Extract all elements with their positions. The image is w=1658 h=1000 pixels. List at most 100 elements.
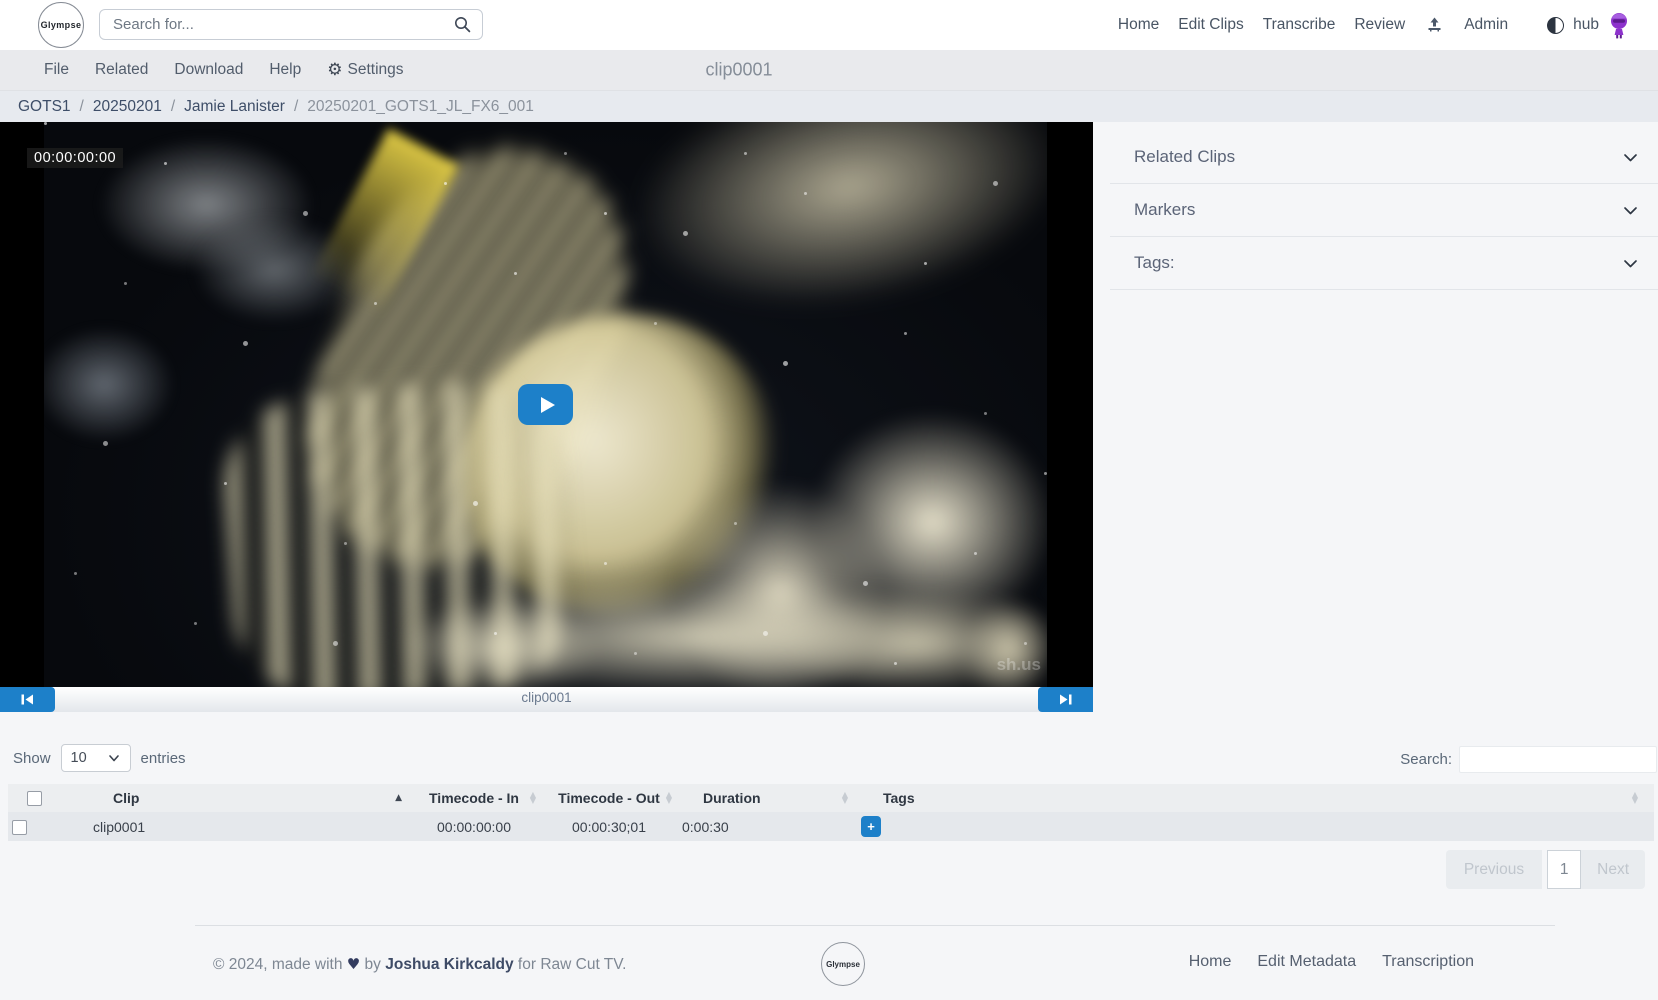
sort-icons: ▲▼ <box>666 792 672 804</box>
footer-glympse-logo: Glympse <box>821 942 865 986</box>
breadcrumb-project[interactable]: GOTS1 <box>18 98 71 116</box>
accordion-markers[interactable]: Markers <box>1110 184 1658 237</box>
chevron-down-icon <box>1621 148 1640 167</box>
glympse-logo[interactable]: Glympse <box>38 2 84 48</box>
menu-help[interactable]: Help <box>269 61 301 79</box>
column-header-timecode-out-label: Timecode - Out <box>558 790 660 806</box>
top-nav: Home Edit Clips Transcribe Review Admin … <box>1118 0 1630 50</box>
column-header-tags[interactable]: Tags ▲▼ <box>853 784 1654 812</box>
column-header-clip[interactable]: Clip ▲ <box>61 784 407 812</box>
menu-file[interactable]: File <box>44 61 69 79</box>
cell-clip: clip0001 <box>61 812 407 841</box>
sort-icons: ▲▼ <box>530 792 536 804</box>
video-frame[interactable]: 00:00:00:00 sh.us <box>0 122 1093 687</box>
glympse-logo-text: Glympse <box>41 20 82 30</box>
nav-edit-clips[interactable]: Edit Clips <box>1178 16 1243 34</box>
nav-review[interactable]: Review <box>1354 16 1405 34</box>
select-all-header <box>8 784 61 812</box>
footer-divider <box>195 925 1555 926</box>
column-header-tags-label: Tags <box>883 790 915 806</box>
column-header-timecode-in-label: Timecode - In <box>429 790 519 806</box>
column-header-timecode-in[interactable]: Timecode - In ▲▼ <box>407 784 541 812</box>
add-tag-button[interactable]: + <box>861 816 881 837</box>
play-icon <box>541 397 555 413</box>
page-size-value: 10 <box>71 750 87 766</box>
player-controls: clip0001 <box>0 687 1093 712</box>
footer-credit: © 2024, made with ♥ by Joshua Kirkcaldy … <box>213 955 626 974</box>
nav-transcribe[interactable]: Transcribe <box>1263 16 1336 34</box>
row-checkbox[interactable] <box>12 820 27 835</box>
column-header-duration[interactable]: Duration ▲▼ <box>677 784 853 812</box>
breadcrumb-date[interactable]: 20250201 <box>93 98 162 116</box>
footer-link-transcription[interactable]: Transcription <box>1382 953 1474 971</box>
menu-settings[interactable]: ⚙ Settings <box>327 61 403 79</box>
nav-home[interactable]: Home <box>1118 16 1159 34</box>
table-search-input[interactable] <box>1459 746 1657 773</box>
upload-icon[interactable] <box>1426 17 1443 33</box>
pagination: Previous 1 Next <box>1446 850 1645 889</box>
footer-link-home[interactable]: Home <box>1189 953 1232 971</box>
footer-copyright: © 2024, made with <box>213 956 342 973</box>
player-caption: clip0001 <box>0 690 1093 705</box>
pagination-previous-button[interactable]: Previous <box>1446 850 1542 889</box>
chevron-down-icon <box>1621 254 1640 273</box>
menu-related[interactable]: Related <box>95 61 148 79</box>
page-size-select[interactable]: 10 <box>61 744 131 772</box>
table-search-control: Search: <box>1400 746 1657 773</box>
search-input[interactable] <box>99 9 483 40</box>
table-header-row: Clip ▲ Timecode - In ▲▼ Timecode - Out ▲… <box>8 784 1654 812</box>
table-row[interactable]: clip0001 00:00:00:00 00:00:30;01 0:00:30… <box>8 812 1654 841</box>
chevron-down-icon <box>107 751 121 765</box>
account-area: hub <box>1547 12 1630 39</box>
entries-label: entries <box>141 750 186 767</box>
footer-company: Raw Cut TV. <box>540 956 626 973</box>
skip-to-end-button[interactable] <box>1038 687 1093 712</box>
clips-table: Clip ▲ Timecode - In ▲▼ Timecode - Out ▲… <box>8 784 1654 841</box>
play-button[interactable] <box>518 384 573 425</box>
select-all-checkbox[interactable] <box>27 791 42 806</box>
footer-author-link[interactable]: Joshua Kirkcaldy <box>385 956 513 973</box>
cell-duration: 0:00:30 <box>677 812 853 841</box>
column-header-timecode-out[interactable]: Timecode - Out ▲▼ <box>541 784 677 812</box>
sort-ascending-icon: ▲ <box>395 794 402 802</box>
breadcrumb-separator: / <box>80 98 84 116</box>
footer-for: for <box>518 956 536 973</box>
user-avatar[interactable] <box>1608 12 1630 39</box>
pagination-next-button[interactable]: Next <box>1581 850 1645 889</box>
column-header-duration-label: Duration <box>703 790 761 806</box>
menu-bar: File Related Download Help ⚙ Settings cl… <box>0 50 1658 91</box>
gear-icon: ⚙ <box>327 62 342 79</box>
theme-toggle-icon[interactable] <box>1547 17 1564 34</box>
top-bar: Glympse Home Edit Clips Transcribe Revie… <box>0 0 1658 50</box>
menu-settings-label: Settings <box>348 61 404 79</box>
row-select-cell <box>8 812 61 841</box>
show-label: Show <box>13 750 51 767</box>
timecode-overlay: 00:00:00:00 <box>27 148 123 168</box>
page-size-control: Show 10 entries <box>13 744 186 772</box>
footer-by: by <box>365 956 381 973</box>
side-panel: Related Clips Markers Tags: <box>1110 131 1658 290</box>
cell-timecode-out: 00:00:30;01 <box>541 812 677 841</box>
breadcrumb: GOTS1 / 20250201 / Jamie Lanister / 2025… <box>0 91 1658 122</box>
menu-download[interactable]: Download <box>174 61 243 79</box>
nav-admin[interactable]: Admin <box>1464 16 1508 34</box>
heart-icon: ♥ <box>347 955 360 973</box>
sort-icons: ▲▼ <box>842 792 848 804</box>
cell-tags: + <box>853 812 1654 841</box>
breadcrumb-separator: / <box>171 98 175 116</box>
table-search-label: Search: <box>1400 751 1452 768</box>
sort-icons: ▲▼ <box>1632 792 1638 804</box>
chevron-down-icon <box>1621 201 1640 220</box>
skip-to-start-button[interactable] <box>0 687 55 712</box>
breadcrumb-separator: / <box>294 98 298 116</box>
accordion-tags[interactable]: Tags: <box>1110 237 1658 290</box>
footer-link-edit-metadata[interactable]: Edit Metadata <box>1257 953 1356 971</box>
search-icon[interactable] <box>454 16 471 38</box>
skip-to-start-icon <box>20 694 35 705</box>
pagination-current-page[interactable]: 1 <box>1547 850 1581 889</box>
accordion-related-clips[interactable]: Related Clips <box>1110 131 1658 184</box>
video-watermark: sh.us <box>997 655 1041 675</box>
video-player: 00:00:00:00 sh.us clip0001 <box>0 122 1093 712</box>
accordion-related-clips-label: Related Clips <box>1134 147 1235 167</box>
breadcrumb-person[interactable]: Jamie Lanister <box>184 98 285 116</box>
